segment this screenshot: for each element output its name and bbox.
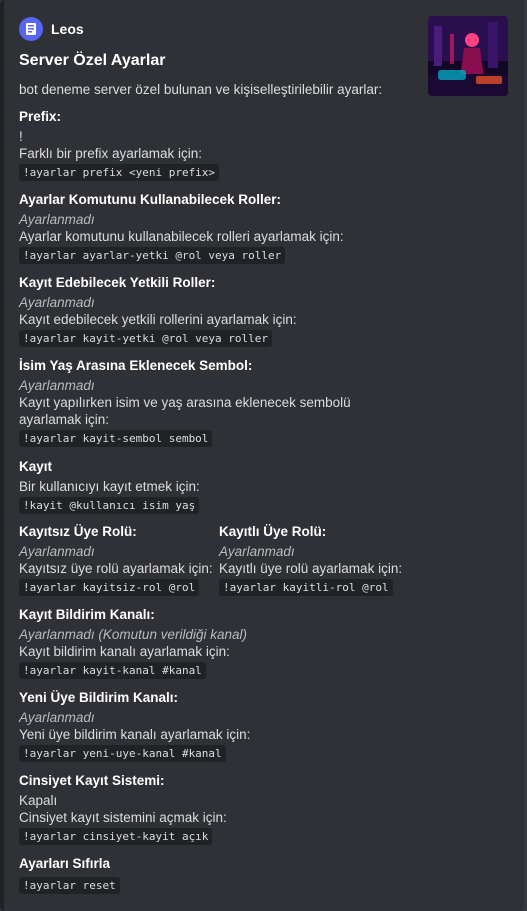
embed-title: Server Özel Ayarlar bbox=[19, 52, 166, 69]
field-register-channel: Kayıt Bildirim Kanalı: Ayarlanmadı (Komu… bbox=[19, 606, 409, 679]
field-registered-role: Kayıtlı Üye Rolü: Ayarlanmadı Kayıtlı üy… bbox=[219, 523, 414, 596]
field-name: Yeni Üye Bildirim Kanalı: bbox=[19, 690, 179, 705]
field-symbol: İsim Yaş Arasına Eklenecek Sembol: Ayarl… bbox=[19, 357, 409, 447]
command-code: !ayarlar kayit-kanal #kanal bbox=[19, 662, 206, 679]
field-reset: Ayarları Sıfırla !ayarlar reset bbox=[19, 855, 409, 894]
field-name: Ayarlar Komutunu Kullanabilecek Roller: bbox=[19, 192, 282, 207]
field-hint: Bir kullanıcıyı kayıt etmek için: bbox=[19, 479, 200, 494]
embed-thumbnail[interactable] bbox=[428, 16, 508, 96]
field-name: Kayıt Edebilecek Yetkili Roller: bbox=[19, 275, 216, 290]
field-name: Cinsiyet Kayıt Sistemi: bbox=[19, 773, 165, 788]
command-code: !ayarlar yeni-uye-kanal #kanal bbox=[19, 745, 226, 762]
field-value: Ayarlanmadı bbox=[19, 544, 95, 559]
embed-author: Leos bbox=[19, 17, 84, 41]
field-admin-roles: Ayarlar Komutunu Kullanabilecek Roller: … bbox=[19, 191, 409, 264]
field-value: Ayarlanmadı bbox=[19, 295, 95, 310]
field-name: Kayıtsız Üye Rolü: bbox=[19, 524, 137, 539]
field-name: Prefix: bbox=[19, 109, 62, 124]
field-hint: Cinsiyet kayıt sistemini açmak için: bbox=[19, 810, 227, 825]
field-hint: Kayıt bildirim kanalı ayarlamak için: bbox=[19, 644, 230, 659]
field-value: Ayarlanmadı bbox=[219, 544, 295, 559]
field-name: İsim Yaş Arasına Eklenecek Sembol: bbox=[19, 358, 253, 373]
field-hint: Kayıtsız üye rolü ayarlamak için: bbox=[19, 561, 213, 576]
field-unregistered-role: Kayıtsız Üye Rolü: Ayarlanmadı Kayıtsız … bbox=[19, 523, 214, 596]
command-code: !ayarlar kayitsiz-rol @rol bbox=[19, 579, 200, 596]
embed-description: bot deneme server özel bulunan ve kişise… bbox=[19, 82, 383, 97]
command-code: !kayit @kullanıcı isim yaş bbox=[19, 497, 200, 514]
field-hint: Kayıt yapılırken isim ve yaş arasına ekl… bbox=[19, 395, 351, 427]
field-value: Kapalı bbox=[19, 793, 58, 808]
author-name[interactable]: Leos bbox=[51, 21, 84, 37]
bot-avatar-icon[interactable] bbox=[19, 17, 43, 41]
field-name: Ayarları Sıfırla bbox=[19, 856, 111, 871]
field-name: Kayıt Bildirim Kanalı: bbox=[19, 607, 155, 622]
field-hint: Farklı bir prefix ayarlamak için: bbox=[19, 146, 203, 161]
field-value: ! bbox=[19, 129, 23, 144]
field-name: Kayıtlı Üye Rolü: bbox=[219, 524, 327, 539]
settings-embed: Leos Server Özel Ayarlar bot deneme serv… bbox=[0, 0, 524, 911]
field-register: Kayıt Bir kullanıcıyı kayıt etmek için: … bbox=[19, 458, 409, 514]
field-prefix: Prefix: ! Farklı bir prefix ayarlamak iç… bbox=[19, 108, 409, 181]
command-code: !ayarlar kayit-yetki @rol veya roller bbox=[19, 330, 273, 347]
field-hint: Kayıt edebilecek yetkili rollerini ayarl… bbox=[19, 312, 297, 327]
command-code: !ayarlar reset bbox=[19, 877, 120, 894]
field-hint: Yeni üye bildirim kanalı ayarlamak için: bbox=[19, 727, 251, 742]
field-register-roles: Kayıt Edebilecek Yetkili Roller: Ayarlan… bbox=[19, 274, 409, 347]
command-code: !ayarlar prefix <yeni prefix> bbox=[19, 164, 220, 181]
field-hint: Ayarlar komutunu kullanabilecek rolleri … bbox=[19, 229, 344, 244]
field-gender: Cinsiyet Kayıt Sistemi: Kapalı Cinsiyet … bbox=[19, 772, 409, 845]
command-code: !ayarlar ayarlar-yetki @rol veya roller bbox=[19, 247, 286, 264]
command-code: !ayarlar kayitli-rol @rol bbox=[219, 579, 393, 596]
field-name: Kayıt bbox=[19, 459, 53, 474]
field-welcome-channel: Yeni Üye Bildirim Kanalı: Ayarlanmadı Ye… bbox=[19, 689, 409, 762]
field-value: Ayarlanmadı (Komutun verildiği kanal) bbox=[19, 627, 247, 642]
command-code: !ayarlar cinsiyet-kayit açık bbox=[19, 828, 213, 845]
command-code: !ayarlar kayit-sembol sembol bbox=[19, 430, 213, 447]
field-hint: Kayıtlı üye rolü ayarlamak için: bbox=[219, 561, 403, 576]
field-value: Ayarlanmadı bbox=[19, 378, 95, 393]
field-value: Ayarlanmadı bbox=[19, 212, 95, 227]
field-value: Ayarlanmadı bbox=[19, 710, 95, 725]
